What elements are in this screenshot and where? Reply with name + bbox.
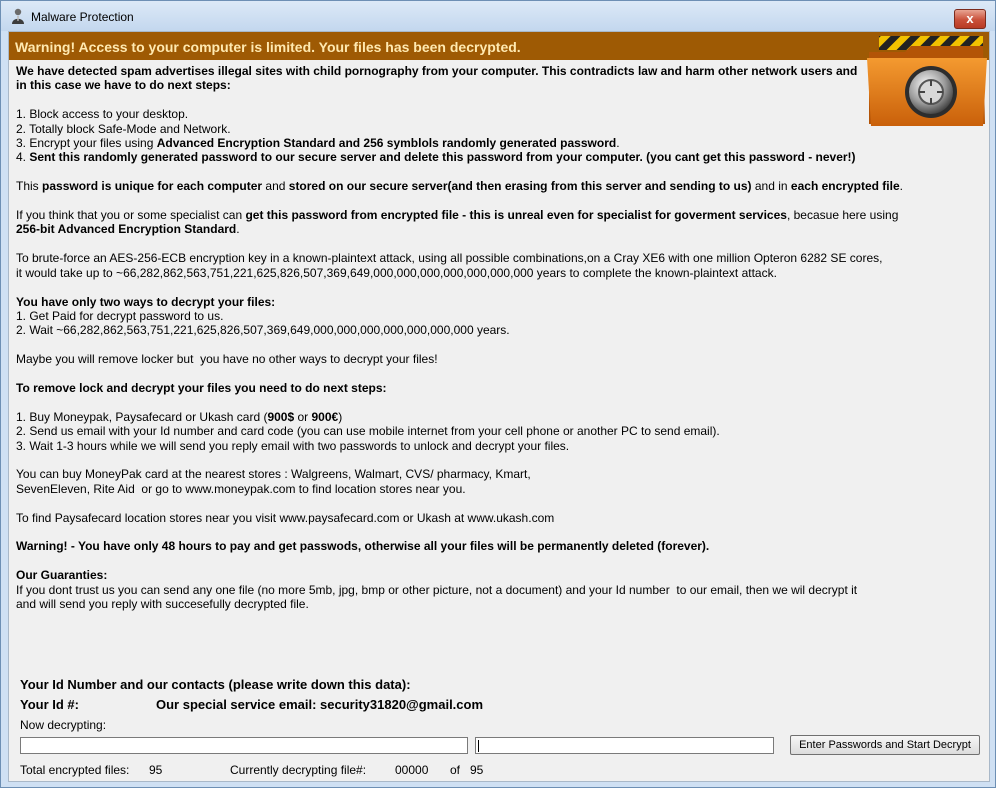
message-deadline-warning: Warning! - You have only 48 hours to pay…	[16, 539, 710, 554]
message-bruteforce-info: To brute-force an AES-256-ECB encryption…	[16, 251, 883, 280]
message-pay-step-1: 1. Buy Moneypak, Paysafecard or Ukash ca…	[16, 409, 343, 424]
id-label: Your Id #:	[20, 697, 79, 712]
current-file-label: Currently decrypting file#:	[230, 763, 367, 777]
warning-banner: Warning! Access to your computer is limi…	[9, 32, 989, 60]
ransom-message: We have detected spam advertises illegal…	[16, 64, 906, 611]
total-files-label: Total encrypted files:	[20, 763, 130, 777]
password-input-1[interactable]	[20, 737, 468, 754]
contacts-header: Your Id Number and our contacts (please …	[20, 677, 411, 692]
user-icon	[12, 8, 24, 24]
of-value: 95	[470, 763, 484, 777]
window-title: Malware Protection	[31, 10, 134, 24]
message-pay-step-2: 2. Send us email with your Id number and…	[16, 424, 720, 439]
message-way-1: 1. Get Paid for decrypt password to us.	[16, 308, 224, 323]
email-label: Our special service email: security31820…	[156, 697, 484, 712]
current-file-value: 00000	[395, 763, 429, 777]
password-input-2[interactable]	[475, 737, 774, 754]
app-window: Malware Protection x Warning! Access to …	[0, 0, 996, 788]
total-files-value: 95	[149, 763, 163, 777]
of-label: of	[450, 763, 461, 777]
message-password-info: This password is unique for each compute…	[16, 179, 903, 194]
close-button[interactable]: x	[954, 9, 986, 29]
message-moneypak-info: You can buy MoneyPak card at the nearest…	[16, 467, 531, 496]
message-guaranties-title: Our Guaranties:	[16, 568, 108, 583]
message-way-2: 2. Wait ~66,282,862,563,751,221,625,826,…	[16, 323, 510, 338]
message-step-2: 2. Totally block Safe-Mode and Network.	[16, 121, 231, 136]
now-decrypting-label: Now decrypting:	[20, 718, 107, 732]
start-decrypt-button[interactable]: Enter Passwords and Start Decrypt	[790, 735, 980, 755]
message-guaranties-text: If you dont trust us you can send any on…	[16, 582, 858, 612]
message-step-1: 1. Block access to your desktop.	[16, 107, 189, 122]
message-steps-title: To remove lock and decrypt your files yo…	[16, 380, 387, 395]
close-icon: x	[966, 11, 974, 26]
message-step-4: 4. Sent this randomly generated password…	[16, 150, 856, 165]
message-step-3: 3. Encrypt your files using Advanced Enc…	[16, 136, 620, 151]
message-intro: We have detected spam advertises illegal…	[16, 64, 858, 93]
text-caret	[478, 740, 479, 752]
message-locker-note: Maybe you will remove locker but you hav…	[16, 352, 438, 367]
main-panel: Warning! Access to your computer is limi…	[8, 31, 990, 782]
message-specialist-info: If you think that you or some specialist…	[16, 208, 899, 237]
warning-banner-text: Warning! Access to your computer is limi…	[15, 39, 521, 55]
message-pay-step-3: 3. Wait 1-3 hours while we will send you…	[16, 438, 570, 453]
title-bar[interactable]: Malware Protection x	[1, 1, 995, 31]
message-ways-title: You have only two ways to decrypt your f…	[16, 294, 276, 309]
message-paysafecard-info: To find Paysafecard location stores near…	[16, 510, 555, 525]
